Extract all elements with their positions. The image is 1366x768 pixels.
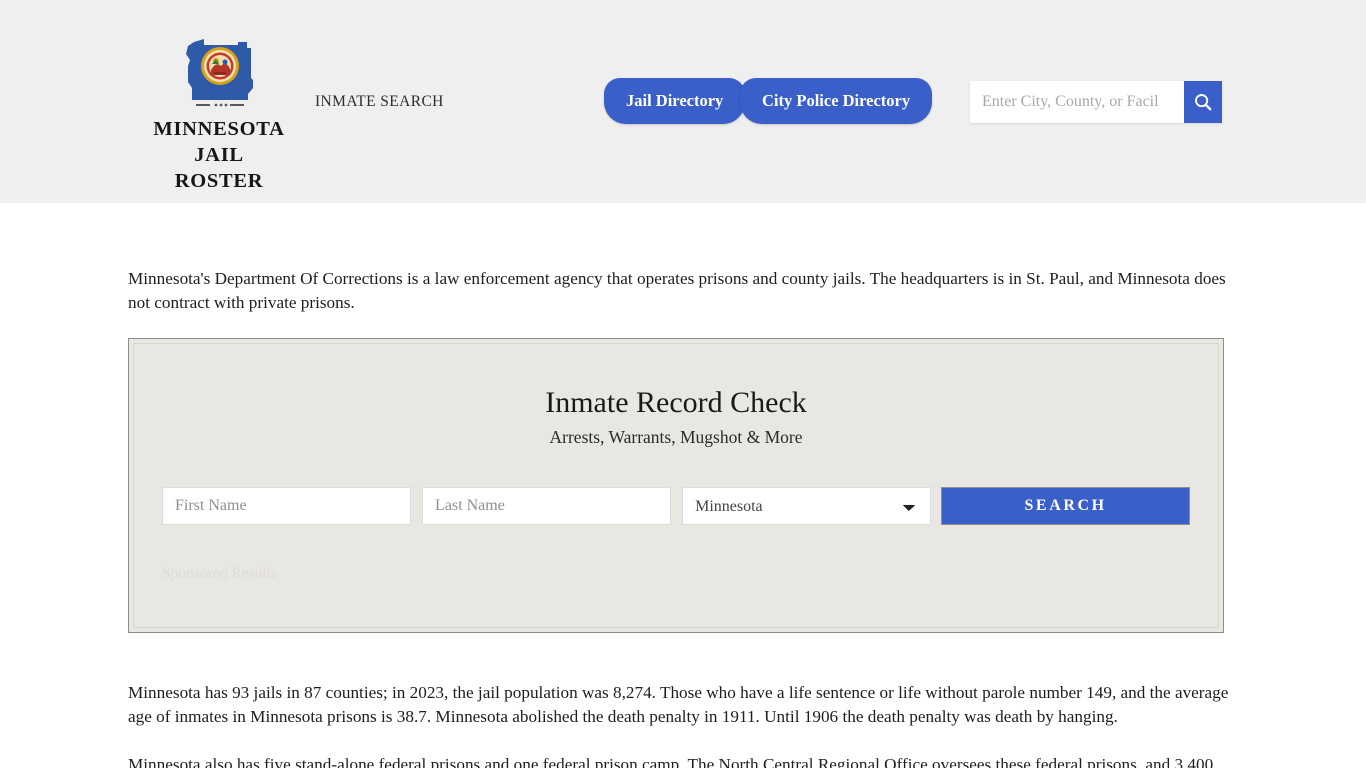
paragraph-2: Minnesota has 93 jails in 87 counties; i…	[128, 683, 1229, 726]
logo-wordmark-line1: MINNESOTA	[153, 118, 285, 140]
site-logo[interactable]: MINNESOTA JAIL ROSTER	[152, 36, 286, 195]
minnesota-state-seal-icon	[186, 39, 253, 107]
nav-item-city-police-directory[interactable]: City Police Directory	[740, 78, 933, 124]
state-select[interactable]: Minnesota	[682, 487, 932, 525]
inmate-search-form: Minnesota SEARCH	[162, 487, 1191, 525]
sponsored-results-label: Sponsored Results	[162, 565, 277, 582]
header-tagline: INMATE SEARCH	[315, 93, 444, 110]
search-input[interactable]	[970, 81, 1184, 123]
header-search	[970, 81, 1222, 123]
site-header: MINNESOTA JAIL ROSTER INMATE SEARCH Jail…	[0, 0, 1366, 203]
card-subtitle: Arrests, Warrants, Mugshot & More	[549, 427, 803, 447]
nav-item-jail-directory[interactable]: Jail Directory	[604, 78, 746, 124]
card-search-button[interactable]: SEARCH	[941, 487, 1191, 525]
main-content: Minnesota's Department Of Corrections is…	[0, 203, 1366, 768]
logo-wordmark: MINNESOTA JAIL ROSTER	[152, 116, 286, 195]
search-button[interactable]	[1184, 81, 1222, 123]
card-title: Inmate Record Check	[545, 386, 807, 419]
inmate-record-check-card: Inmate Record Check Arrests, Warrants, M…	[128, 338, 1224, 633]
first-name-input[interactable]	[162, 487, 412, 525]
logo-wordmark-line2: JAIL ROSTER	[174, 144, 264, 193]
search-icon	[1195, 94, 1212, 111]
paragraph-3: Minnesota also has five stand-alone fede…	[128, 755, 1214, 768]
intro-paragraph: Minnesota's Department Of Corrections is…	[128, 269, 1226, 312]
last-name-input[interactable]	[422, 487, 672, 525]
